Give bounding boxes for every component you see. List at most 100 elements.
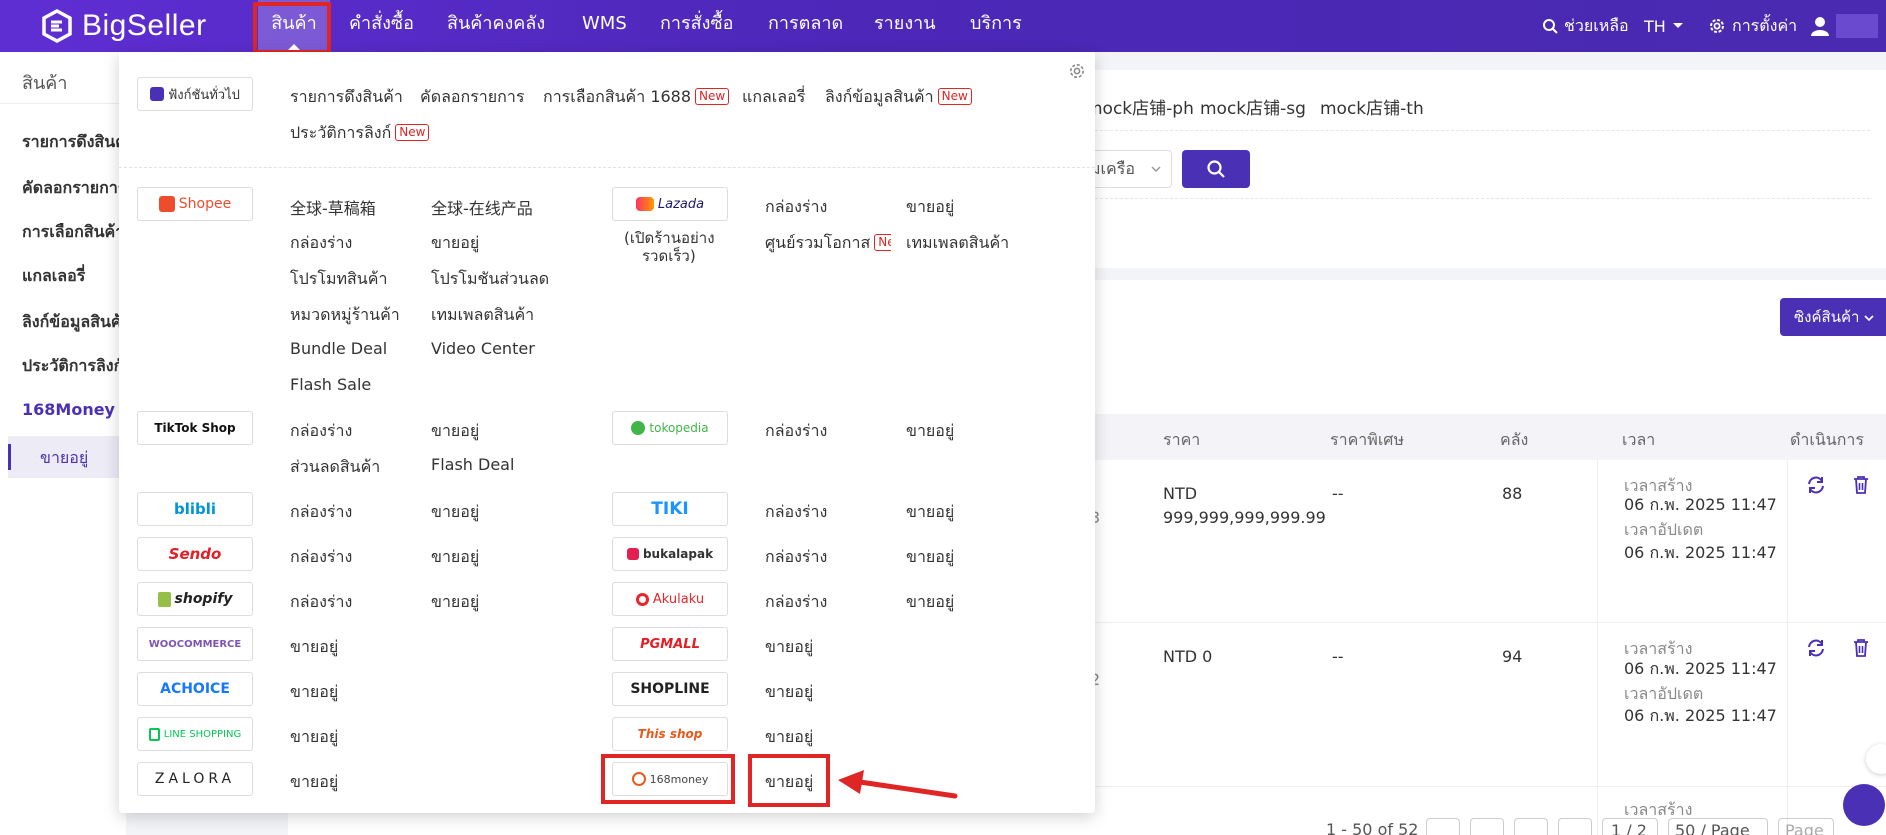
lazada-drafts[interactable]: กล่องร่าง <box>765 195 827 220</box>
general-functions-button[interactable]: ฟังก์ชันทั่วไป <box>137 77 253 111</box>
bukalapak-active[interactable]: ขายอยู่ <box>906 545 954 570</box>
nav-purchase[interactable]: การสั่งซื้อ <box>660 0 733 52</box>
pager-goto-input[interactable]: Page <box>1778 818 1834 835</box>
menu-link-history[interactable]: ประวัติการลิงก์ New <box>290 121 430 146</box>
help-label: ช่วยเหลือ <box>1564 15 1629 35</box>
this-shop-logo-text: This shop <box>637 727 703 741</box>
sync-icon[interactable] <box>1805 637 1827 659</box>
trash-icon[interactable] <box>1850 637 1872 659</box>
tokopedia-drafts[interactable]: กล่องร่าง <box>765 419 827 444</box>
shop-tab-th[interactable]: mock店铺-th <box>1320 94 1424 119</box>
sidebar-item-168money[interactable]: 168Money <box>22 400 115 419</box>
pager-page-input[interactable]: 1 / 2 <box>1602 818 1658 835</box>
shopee-global-online[interactable]: 全球-在线产品 <box>431 195 533 219</box>
menu-pull-products[interactable]: รายการดึงสินค้า <box>290 85 403 110</box>
sidebar-item-product-selection[interactable]: การเลือกสินค้า <box>22 220 124 245</box>
shopee-boost[interactable]: โปรโมทสินค้า <box>290 267 387 292</box>
line-shopping-active[interactable]: ขายอยู่ <box>290 725 338 750</box>
chat-button[interactable] <box>1843 784 1885 826</box>
nav-inventory[interactable]: สินค้าคงคลัง <box>447 0 545 52</box>
sendo-drafts[interactable]: กล่องร่าง <box>290 545 352 570</box>
shopify-drafts[interactable]: กล่องร่าง <box>290 590 352 615</box>
language-select[interactable]: TH <box>1644 0 1684 52</box>
help-link[interactable]: ช่วยเหลือ <box>1542 0 1629 52</box>
this-shop-logo: This shop <box>612 717 728 751</box>
nav-marketing[interactable]: การตลาด <box>768 0 843 52</box>
user-menu[interactable] <box>1810 0 1878 52</box>
akulaku-drafts[interactable]: กล่องร่าง <box>765 590 827 615</box>
tiki-active[interactable]: ขายอยู่ <box>906 500 954 525</box>
sidebar-item-link-history[interactable]: ประวัติการลิงก์ <box>22 354 123 379</box>
this-shop-active[interactable]: ขายอยู่ <box>765 725 813 750</box>
pager-prev-button[interactable] <box>1470 818 1504 835</box>
tiktok-logo-text: TikTok Shop <box>154 421 236 435</box>
settings-link[interactable]: การตั้งค่า <box>1708 0 1797 52</box>
zalora-active[interactable]: ขายอยู่ <box>290 770 338 795</box>
sidebar-item-gallery[interactable]: แกลเลอรี่ <box>22 264 85 289</box>
lazada-active[interactable]: ขายอยู่ <box>906 195 954 220</box>
zalora-logo: ZALORA <box>137 762 253 796</box>
sidebar-item-pull-products[interactable]: รายการดึงสินค้า <box>22 130 135 155</box>
woocommerce-logo: WOOCOMMERCE <box>137 627 253 661</box>
line-shopping-logo: LINE SHOPPING <box>137 717 253 751</box>
achoice-active[interactable]: ขายอยู่ <box>290 680 338 705</box>
row2-updated: 06 ก.พ. 2025 11:47 <box>1624 706 1777 725</box>
nav-wms[interactable]: WMS <box>582 0 627 52</box>
sidebar-subitem-active[interactable]: ขายอยู่ <box>8 436 126 478</box>
akulaku-active[interactable]: ขายอยู่ <box>906 590 954 615</box>
tokopedia-owl-icon <box>631 421 646 435</box>
shopline-active[interactable]: ขายอยู่ <box>765 680 813 705</box>
shopee-global-drafts[interactable]: 全球-草稿箱 <box>290 195 376 219</box>
menu-product-link[interactable]: ลิงก์ข้อมูลสินค้า New <box>825 85 972 110</box>
tokopedia-active[interactable]: ขายอยู่ <box>906 419 954 444</box>
pager-next-button[interactable] <box>1514 818 1548 835</box>
gear-icon[interactable] <box>1068 62 1086 80</box>
shopify-active[interactable]: ขายอยู่ <box>431 590 479 615</box>
shopee-bundle-deal[interactable]: Bundle Deal <box>290 339 387 358</box>
blibli-active[interactable]: ขายอยู่ <box>431 500 479 525</box>
tiki-drafts[interactable]: กล่องร่าง <box>765 500 827 525</box>
sidebar-item-product-link[interactable]: ลิงก์ข้อมูลสินค้า <box>22 310 131 335</box>
sendo-logo-text: Sendo <box>168 545 222 563</box>
nav-reports[interactable]: รายงาน <box>874 0 936 52</box>
shopee-discount[interactable]: โปรโมชันส่วนลด <box>431 267 549 292</box>
akulaku-logo: Akulaku <box>612 582 728 616</box>
pager-first-button[interactable] <box>1426 818 1460 835</box>
menu-gallery[interactable]: แกลเลอรี่ <box>742 85 805 110</box>
pgmall-active[interactable]: ขายอยู่ <box>765 635 813 660</box>
menu-copy-listing[interactable]: คัดลอกรายการ <box>420 85 524 110</box>
tiktok-discount[interactable]: ส่วนลดสินค้า <box>290 455 380 480</box>
woocommerce-active[interactable]: ขายอยู่ <box>290 635 338 660</box>
lazada-opportunity-center[interactable]: ศูนย์รวมโอกาสNew <box>765 231 891 256</box>
bukalapak-drafts[interactable]: กล่องร่าง <box>765 545 827 570</box>
shopee-drafts[interactable]: กล่องร่าง <box>290 231 352 256</box>
menu-1688-selection[interactable]: การเลือกสินค้า 1688 New <box>543 85 730 110</box>
shopee-active[interactable]: ขายอยู่ <box>431 231 479 256</box>
pager-per-page-select[interactable]: 50 / Page <box>1668 818 1768 835</box>
blibli-drafts[interactable]: กล่องร่าง <box>290 500 352 525</box>
nav-services[interactable]: บริการ <box>970 0 1022 52</box>
sendo-active[interactable]: ขายอยู่ <box>431 545 479 570</box>
search-button[interactable] <box>1182 150 1250 188</box>
shop-tab-ph[interactable]: mock店铺-ph <box>1086 94 1194 119</box>
tiktok-drafts[interactable]: กล่องร่าง <box>290 419 352 444</box>
shop-tab-sg[interactable]: mock店铺-sg <box>1200 94 1306 119</box>
sync-icon[interactable] <box>1805 474 1827 496</box>
sidebar-item-copy-listing[interactable]: คัดลอกรายการ <box>22 176 126 201</box>
search-icon <box>1543 19 1558 34</box>
bigseller-logo[interactable]: BigSeller <box>40 8 207 44</box>
sync-products-button[interactable]: ซิงค์สินค้า <box>1780 298 1886 336</box>
shopee-flash-sale[interactable]: Flash Sale <box>290 375 371 394</box>
shopee-shop-category[interactable]: หมวดหมู่ร้านค้า <box>290 303 400 328</box>
red-arrow-annotation <box>838 770 958 799</box>
lazada-template[interactable]: เทมเพลตสินค้า <box>906 231 1009 256</box>
tiktok-flash-deal[interactable]: Flash Deal <box>431 455 514 474</box>
shopee-template[interactable]: เทมเพลตสินค้า <box>431 303 534 328</box>
pager-last-button[interactable] <box>1558 818 1592 835</box>
shopee-video-center[interactable]: Video Center <box>431 339 535 358</box>
trash-icon[interactable] <box>1850 474 1872 496</box>
akulaku-logo-text: Akulaku <box>652 591 705 607</box>
nav-orders[interactable]: คำสั่งซื้อ <box>349 0 414 52</box>
tiktok-active[interactable]: ขายอยู่ <box>431 419 479 444</box>
filter-divider <box>1090 198 1870 199</box>
